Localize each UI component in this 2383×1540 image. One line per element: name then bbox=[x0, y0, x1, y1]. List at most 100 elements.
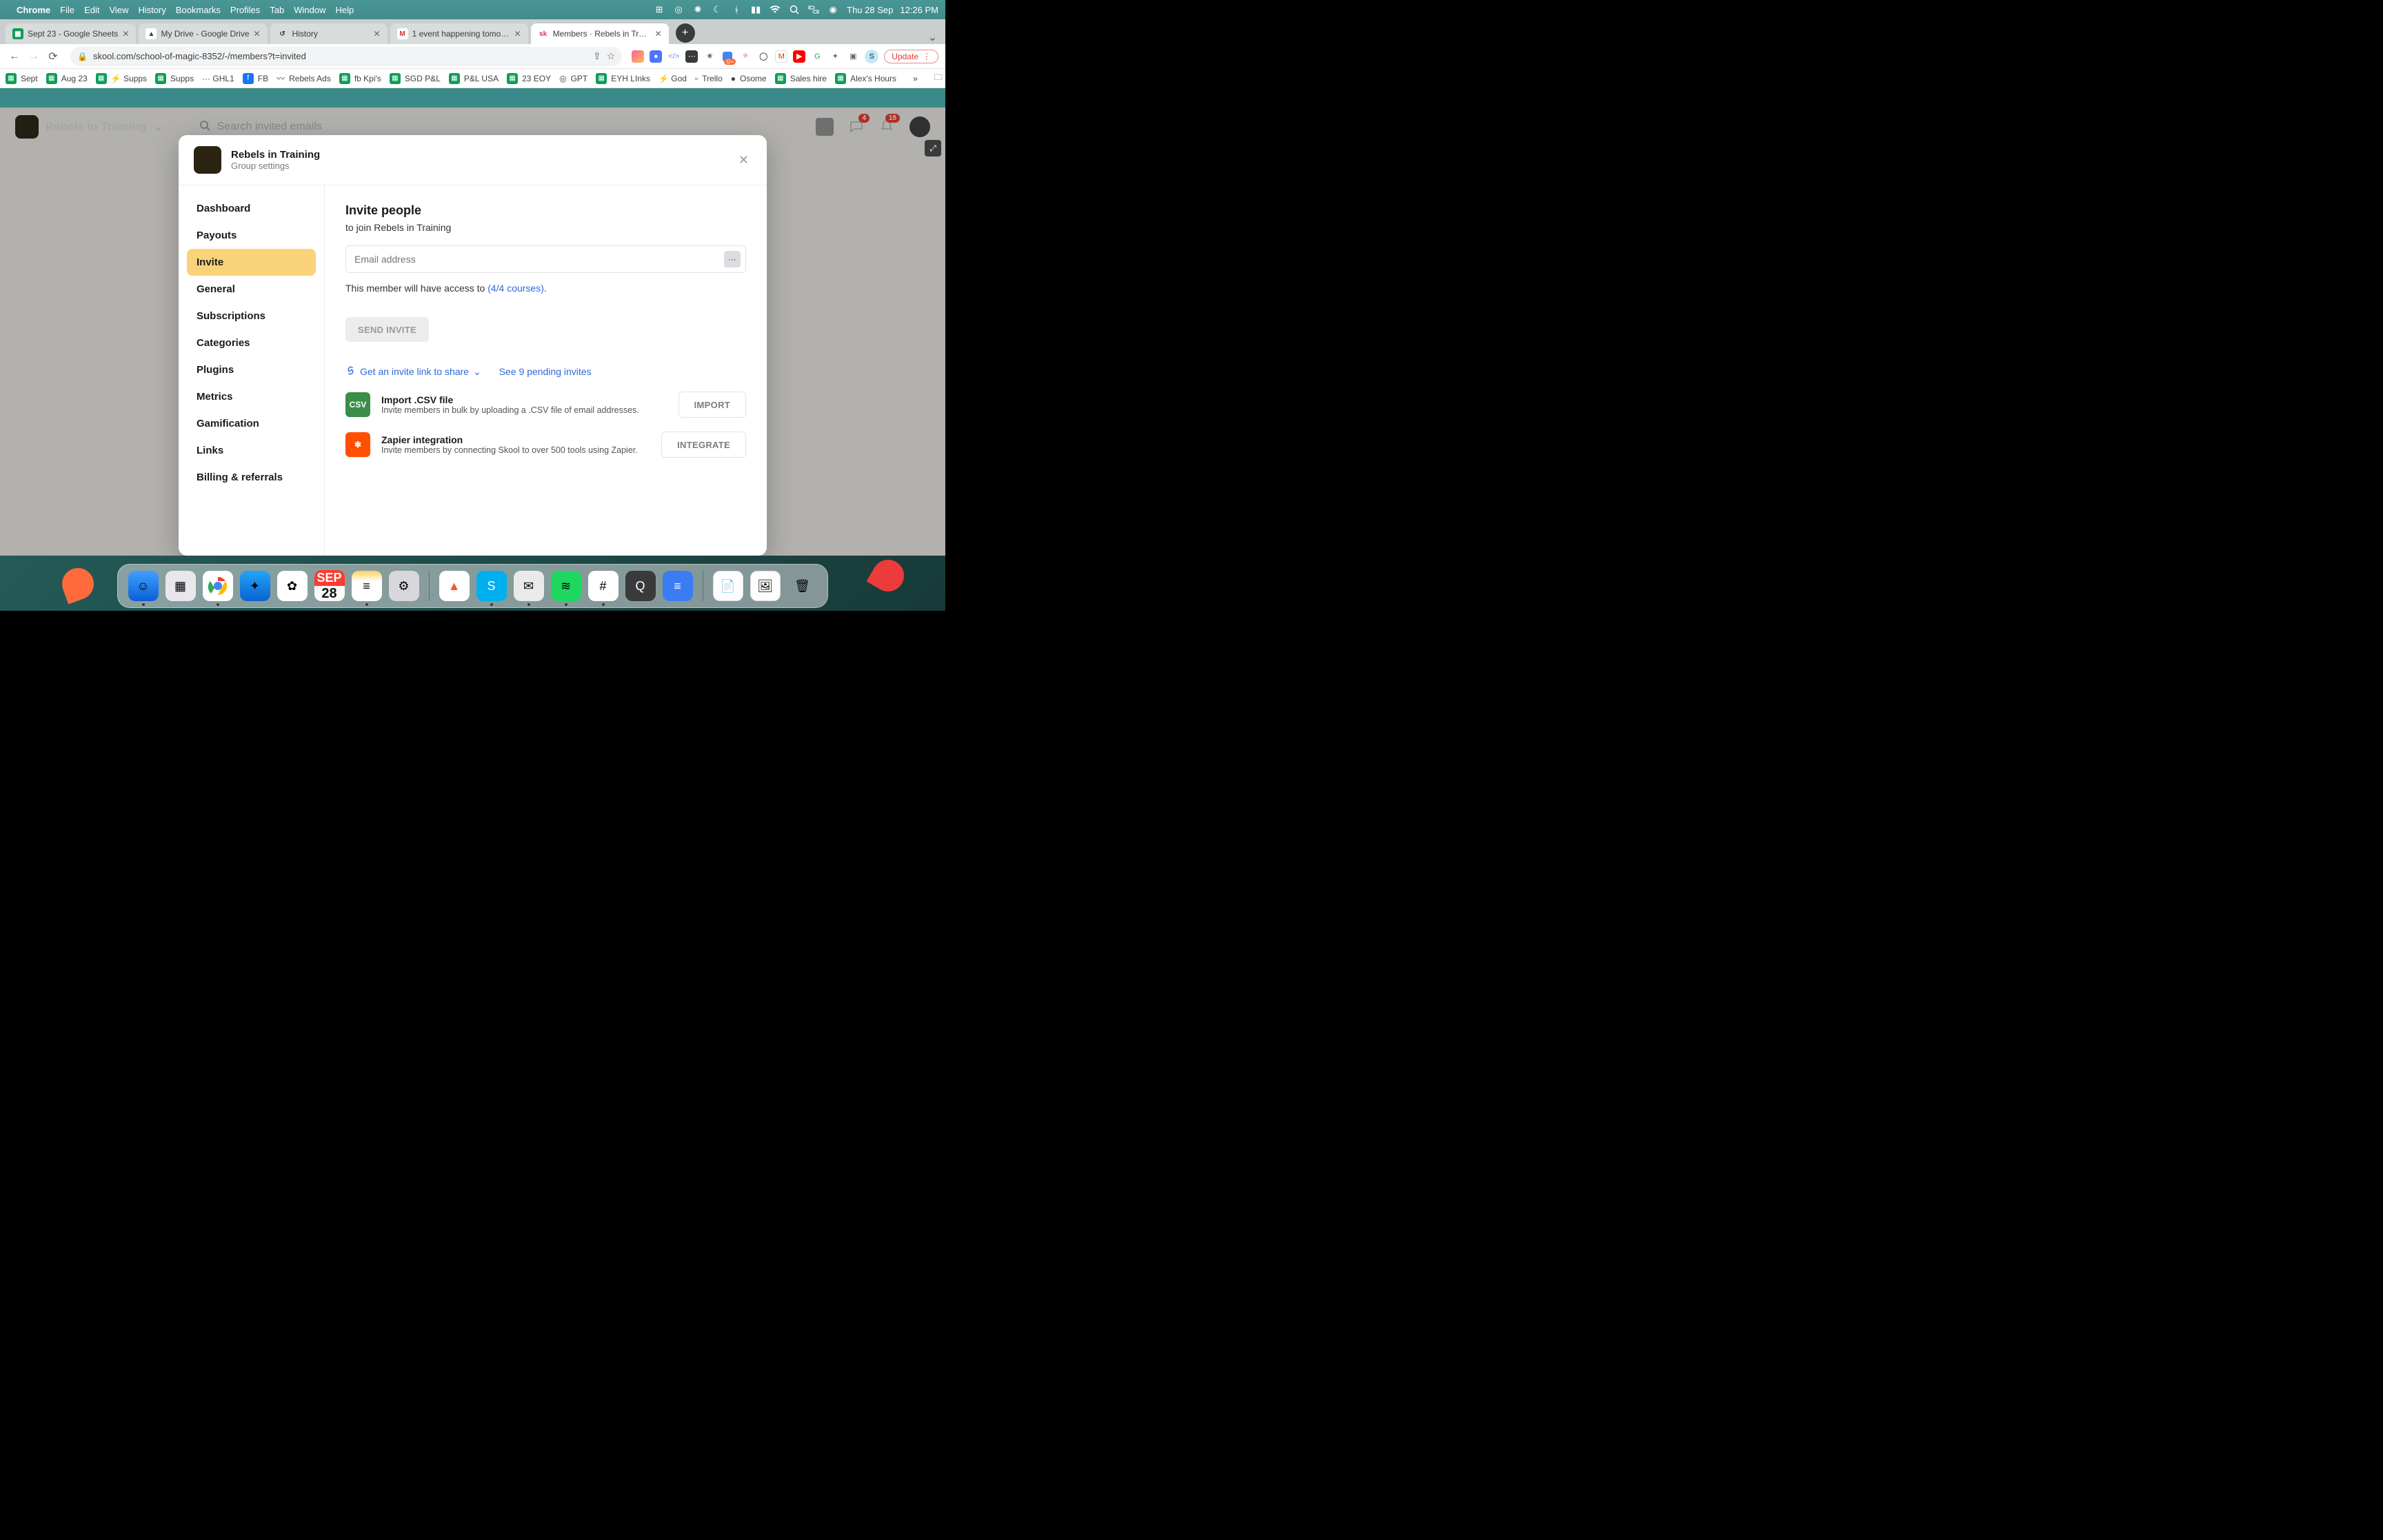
bookmark[interactable]: ▦Sept bbox=[6, 73, 38, 84]
bookmark[interactable]: ▦23 EOY bbox=[507, 73, 551, 84]
bookmark[interactable]: ▦Supps bbox=[155, 73, 194, 84]
menu-profiles[interactable]: Profiles bbox=[230, 5, 260, 15]
menubar-date[interactable]: Thu 28 Sep bbox=[847, 5, 893, 15]
spotify-icon[interactable]: ≋ bbox=[551, 571, 581, 601]
bookmark[interactable]: ▦SGD P&L bbox=[390, 73, 441, 84]
share-icon[interactable]: ⇪ bbox=[593, 50, 601, 62]
photos-icon[interactable]: ✿ bbox=[277, 571, 308, 601]
bookmark[interactable]: ▦Aug 23 bbox=[46, 73, 88, 84]
integrate-button[interactable]: INTEGRATE bbox=[661, 432, 746, 458]
moon-icon[interactable]: ☾ bbox=[712, 4, 723, 15]
sidebar-item-dashboard[interactable]: Dashboard bbox=[187, 195, 316, 222]
sidebar-item-links[interactable]: Links bbox=[187, 437, 316, 464]
brave-icon[interactable]: ▲ bbox=[439, 571, 470, 601]
calendar-icon[interactable]: SEP 28 bbox=[314, 571, 345, 601]
new-tab-button[interactable]: + bbox=[676, 23, 695, 43]
notes-icon[interactable]: ≡ bbox=[352, 571, 382, 601]
reload-button[interactable]: ⟳ bbox=[46, 49, 61, 64]
wifi-icon[interactable] bbox=[770, 4, 781, 15]
autofill-icon[interactable]: ⋯ bbox=[724, 251, 741, 267]
menu-edit[interactable]: Edit bbox=[84, 5, 99, 15]
bookmark[interactable]: ▦⚡ Supps bbox=[96, 73, 147, 84]
menu-tab[interactable]: Tab bbox=[270, 5, 284, 15]
bookmark[interactable]: ▦EYH LInks bbox=[596, 73, 650, 84]
close-icon[interactable]: ✕ bbox=[122, 29, 129, 39]
extension-icon[interactable]: ⋯ bbox=[685, 50, 698, 63]
app-icon[interactable]: ✉ bbox=[514, 571, 544, 601]
safari-icon[interactable]: ✦ bbox=[240, 571, 270, 601]
sidebar-item-gamification[interactable]: Gamification bbox=[187, 410, 316, 437]
sidebar-item-invite[interactable]: Invite bbox=[187, 249, 316, 276]
skype-icon[interactable]: S bbox=[476, 571, 507, 601]
pin-icon[interactable]: ⍟ bbox=[739, 50, 752, 63]
close-button[interactable]: ✕ bbox=[736, 150, 752, 170]
email-input[interactable] bbox=[345, 245, 746, 273]
bookmark[interactable]: ▦Alex's Hours bbox=[835, 73, 896, 84]
menubar-time[interactable]: 12:26 PM bbox=[900, 5, 938, 15]
sidebar-item-categories[interactable]: Categories bbox=[187, 330, 316, 356]
bookmark[interactable]: ●Osome bbox=[731, 74, 767, 83]
extension-icon[interactable]: G bbox=[811, 50, 823, 63]
update-button[interactable]: Update⋮ bbox=[884, 50, 938, 63]
import-button[interactable]: IMPORT bbox=[678, 392, 746, 418]
close-icon[interactable]: ✕ bbox=[374, 29, 381, 39]
dock-file-1[interactable]: 📄 bbox=[713, 571, 743, 601]
send-invite-button[interactable]: SEND INVITE bbox=[345, 317, 429, 342]
bookmark[interactable]: ▫Trello bbox=[695, 74, 723, 83]
extension-icon[interactable]: ● bbox=[650, 50, 662, 63]
extension-icon[interactable]: </> bbox=[667, 50, 680, 63]
status-icon-3[interactable]: ✺ bbox=[692, 4, 703, 15]
sidebar-item-subscriptions[interactable]: Subscriptions bbox=[187, 303, 316, 330]
status-icon-1[interactable]: ⊞ bbox=[654, 4, 665, 15]
bookmark[interactable]: ··· GHL1 bbox=[202, 74, 234, 83]
control-center-icon[interactable] bbox=[808, 4, 819, 15]
bookmark[interactable]: 〰Rebels Ads bbox=[276, 72, 331, 84]
menu-window[interactable]: Window bbox=[294, 5, 325, 15]
star-icon[interactable]: ☆ bbox=[607, 50, 616, 62]
siri-icon[interactable]: ◉ bbox=[827, 4, 838, 15]
browser-tab[interactable]: ↺ History ✕ bbox=[270, 23, 388, 44]
extension-icon[interactable]: ◯ bbox=[757, 50, 770, 63]
settings-icon[interactable]: ⚙ bbox=[389, 571, 419, 601]
quicktime-icon[interactable]: Q bbox=[625, 571, 656, 601]
lock-icon[interactable]: 🔒 bbox=[77, 52, 88, 61]
menu-view[interactable]: View bbox=[109, 5, 128, 15]
bookmarks-overflow[interactable]: » bbox=[913, 74, 918, 83]
devtools-toggle[interactable]: ⤢ bbox=[925, 140, 941, 156]
sidebar-item-general[interactable]: General bbox=[187, 276, 316, 303]
close-icon[interactable]: ✕ bbox=[514, 29, 521, 39]
battery-icon[interactable]: ▮▮ bbox=[750, 4, 761, 15]
back-button[interactable]: ← bbox=[7, 49, 22, 64]
close-icon[interactable]: ✕ bbox=[655, 29, 662, 39]
launchpad-icon[interactable]: ▦ bbox=[165, 571, 196, 601]
finder-icon[interactable]: ☺ bbox=[128, 571, 159, 601]
bookmark[interactable]: ▦P&L USA bbox=[449, 73, 499, 84]
status-icon-2[interactable]: ◎ bbox=[673, 4, 684, 15]
extension-icon[interactable]: ✳ bbox=[703, 50, 716, 63]
menu-bookmarks[interactable]: Bookmarks bbox=[176, 5, 221, 15]
extension-icon[interactable]: G+ bbox=[721, 50, 734, 63]
browser-tab[interactable]: M 1 event happening tomorrow - ✕ bbox=[390, 23, 528, 44]
trash-icon[interactable]: 🗑 bbox=[787, 571, 818, 601]
chrome-icon[interactable] bbox=[203, 571, 233, 601]
bookmark[interactable]: fFB bbox=[243, 73, 268, 84]
pending-invites-link[interactable]: See 9 pending invites bbox=[499, 366, 592, 377]
menu-history[interactable]: History bbox=[138, 5, 165, 15]
slack-icon[interactable]: # bbox=[588, 571, 619, 601]
sidebar-item-metrics[interactable]: Metrics bbox=[187, 383, 316, 410]
close-icon[interactable]: ✕ bbox=[254, 29, 261, 39]
sidebar-item-payouts[interactable]: Payouts bbox=[187, 222, 316, 249]
browser-tab[interactable]: ▲ My Drive - Google Drive ✕ bbox=[139, 23, 267, 44]
profile-button[interactable]: S bbox=[865, 50, 878, 63]
other-bookmarks[interactable]: 🗀Other Bookmarks bbox=[934, 69, 945, 88]
extension-icon[interactable]: M bbox=[775, 50, 787, 63]
bluetooth-icon[interactable]: ᚼ bbox=[731, 4, 742, 15]
bookmark[interactable]: ◎GPT bbox=[559, 74, 587, 83]
bookmark[interactable]: ▦Sales hire bbox=[775, 73, 827, 84]
invite-link[interactable]: Get an invite link to share ⌄ bbox=[345, 365, 481, 378]
menu-help[interactable]: Help bbox=[336, 5, 354, 15]
menu-file[interactable]: File bbox=[60, 5, 74, 15]
docs-icon[interactable]: ≡ bbox=[663, 571, 693, 601]
sidebar-item-billing[interactable]: Billing & referrals bbox=[187, 464, 316, 491]
courses-link[interactable]: (4/4 courses) bbox=[487, 283, 544, 294]
